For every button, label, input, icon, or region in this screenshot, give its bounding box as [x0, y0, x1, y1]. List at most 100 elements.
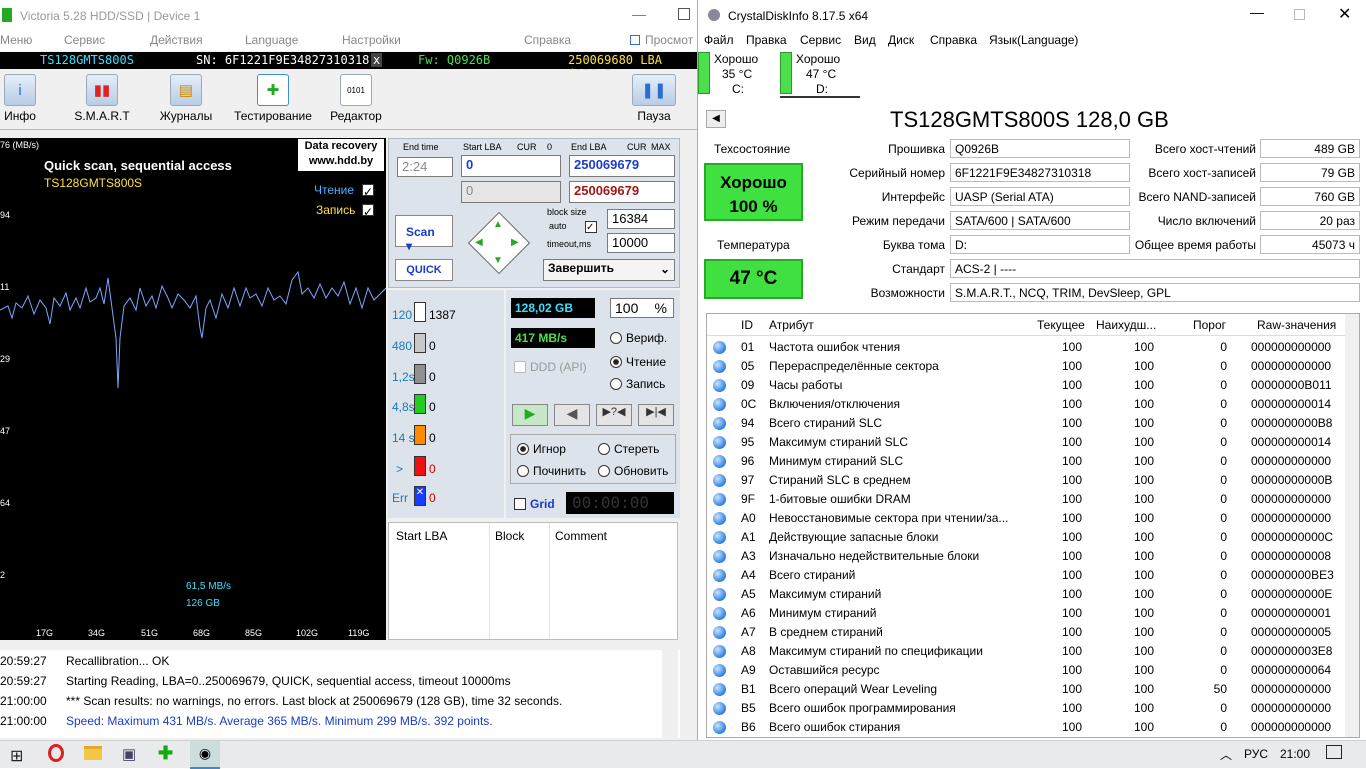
table-row[interactable]: A3 Изначально недействительные блоки 100 10… — [707, 547, 1347, 566]
col-raw[interactable]: Raw-значения — [1257, 318, 1336, 332]
table-row[interactable]: A6 Минимум стираний 100 100 0 000000000001 — [707, 604, 1347, 623]
col-start-lba[interactable]: Start LBA — [396, 529, 447, 543]
pause-button[interactable]: ❚❚ Пауза — [632, 74, 676, 123]
testing-button[interactable]: ✚ Тестирование — [230, 74, 316, 123]
col-attribute[interactable]: Атрибут — [769, 318, 814, 332]
col-current[interactable]: Текущее — [1037, 318, 1085, 332]
table-row[interactable]: 9F 1-битовые ошибки DRAM 100 100 0 0000000000… — [707, 490, 1347, 509]
windows-start-icon[interactable]: ⊞ — [10, 746, 23, 766]
table-row[interactable]: 97 Стираний SLC в среднем 100 100 0 000000000… — [707, 471, 1347, 490]
end-time-field[interactable]: 2:24 — [397, 157, 453, 177]
skip-button[interactable]: ▶?◀ — [596, 404, 632, 426]
menu-item[interactable]: Сервис — [64, 33, 105, 47]
write-option[interactable]: Запись — [610, 377, 665, 391]
tray-chevron-icon[interactable]: ︿ — [1220, 746, 1232, 763]
journal-button[interactable]: ▤ Журналы — [156, 74, 216, 123]
table-row[interactable]: A5 Максимум стираний 100 100 0 00000000000E — [707, 585, 1347, 604]
erase-radio[interactable] — [598, 443, 610, 455]
ddd-option[interactable]: DDD (API) — [514, 360, 587, 374]
back-button[interactable]: ◀ — [706, 110, 726, 128]
auto-checkbox[interactable]: ✓ — [585, 221, 597, 233]
col-threshold[interactable]: Порог — [1193, 318, 1226, 332]
menu-item[interactable]: Language — [245, 33, 298, 47]
refresh-radio[interactable] — [598, 465, 610, 477]
table-row[interactable]: A8 Максимум стираний по спецификации 100 10… — [707, 642, 1347, 661]
menu-item[interactable]: Настройки — [342, 33, 401, 47]
play-button[interactable]: ▶ — [512, 404, 548, 426]
grid-checkbox[interactable] — [514, 498, 526, 510]
device-manager-icon[interactable]: ▣ — [122, 745, 136, 763]
info-button[interactable]: i Инфо — [0, 74, 40, 123]
table-row[interactable]: B6 Всего ошибок стирания 100 100 0 0000000000… — [707, 718, 1347, 737]
refresh-option[interactable]: Обновить — [598, 464, 668, 478]
max-button[interactable]: MAX — [651, 142, 671, 152]
maximize-icon[interactable] — [678, 8, 690, 20]
table-row[interactable]: 94 Всего стираний SLC 100 100 0 0000000000B8 — [707, 414, 1347, 433]
end-lba-field[interactable]: 250069679 — [569, 155, 675, 177]
col-id[interactable]: ID — [741, 318, 753, 332]
ignore-option[interactable]: Игнор — [517, 442, 566, 456]
minimize-icon[interactable]: — — [632, 6, 646, 22]
maximize-icon[interactable] — [1294, 9, 1305, 20]
opera-icon[interactable] — [48, 744, 64, 762]
menu-item[interactable]: Вид — [854, 33, 876, 47]
table-row[interactable]: A0 Невосстановимые сектора при чтении/за.… — [707, 509, 1347, 528]
cur-button-2[interactable]: CUR — [627, 142, 647, 152]
minimize-icon[interactable]: — — [1250, 4, 1264, 20]
read-option[interactable]: Чтение — [610, 355, 666, 369]
file-explorer-icon[interactable] — [84, 746, 102, 760]
menu-item[interactable]: Язык(Language) — [989, 33, 1078, 47]
end-button[interactable]: ▶|◀ — [638, 404, 674, 426]
vertical-scrollbar[interactable] — [680, 130, 697, 740]
dpad-left-icon[interactable]: ◀ — [475, 237, 483, 248]
finish-select[interactable]: Завершить ⌄ — [543, 259, 675, 281]
table-row[interactable]: 96 Минимум стираний SLC 100 100 0 00000000000… — [707, 452, 1347, 471]
table-row[interactable]: 95 Максимум стираний SLC 100 100 0 0000000000… — [707, 433, 1347, 452]
col-worst[interactable]: Наихудш... — [1096, 318, 1156, 332]
table-row[interactable]: B1 Всего операций Wear Leveling 100 100 50 00… — [707, 680, 1347, 699]
col-block[interactable]: Block — [495, 529, 524, 543]
table-scrollbar[interactable] — [1345, 314, 1359, 737]
dpad-down-icon[interactable]: ▼ — [493, 255, 503, 266]
input-language[interactable]: РУС — [1244, 747, 1269, 761]
table-row[interactable]: 01 Частота ошибок чтения 100 100 0 0000000000… — [707, 338, 1347, 357]
menu-item[interactable]: Диск — [888, 33, 914, 47]
block-size-select[interactable]: 16384 — [607, 209, 675, 229]
event-log[interactable]: 20:59:27 Recallibration... OK 20:59:27 Sta… — [0, 650, 680, 738]
crystaldiskinfo-taskbar-icon[interactable]: ◉ — [190, 741, 220, 769]
end-lba-field-2[interactable]: 250069679 — [569, 181, 675, 203]
scan-button[interactable]: Scan ▾ — [395, 215, 453, 253]
disk-tab-d[interactable]: Хорошо 47 °C D: — [780, 50, 860, 98]
direction-pad[interactable]: ▲ ▼ ◀ ▶ — [467, 211, 531, 275]
col-comment[interactable]: Comment — [555, 529, 607, 543]
write-radio[interactable] — [610, 378, 622, 390]
table-row[interactable]: 05 Перераспределённые сектора 100 100 0 00000… — [707, 357, 1347, 376]
table-row[interactable]: A4 Всего стираний 100 100 0 000000000BE3 — [707, 566, 1347, 585]
menu-item[interactable]: Сервис — [800, 33, 841, 47]
ignore-radio[interactable] — [517, 443, 529, 455]
log-scrollbar[interactable] — [662, 650, 678, 738]
dpad-right-icon[interactable]: ▶ — [511, 237, 519, 248]
verify-option[interactable]: Вериф. — [610, 331, 667, 345]
clock[interactable]: 21:00 — [1280, 747, 1310, 761]
notification-icon[interactable] — [1326, 745, 1342, 759]
table-row[interactable]: A9 Оставшийся ресурс 100 100 0 000000000064 — [707, 661, 1347, 680]
ddd-checkbox[interactable] — [514, 361, 526, 373]
menu-item[interactable]: Справка — [524, 33, 571, 47]
menu-item[interactable]: Файл — [704, 33, 734, 47]
repair-option[interactable]: Починить — [517, 464, 586, 478]
cur-button[interactable]: CUR — [517, 142, 537, 152]
menu-item[interactable]: Меню — [0, 33, 32, 47]
erase-option[interactable]: Стереть — [598, 442, 659, 456]
menu-item[interactable]: Действия — [150, 33, 203, 47]
start-lba-field[interactable]: 0 — [461, 155, 561, 177]
victoria-taskbar-icon[interactable]: ✚ — [158, 743, 173, 764]
verify-radio[interactable] — [610, 332, 622, 344]
disk-tab-c[interactable]: Хорошо 35 °C C: — [698, 50, 778, 98]
editor-button[interactable]: 0101 Редактор — [326, 74, 386, 123]
table-row[interactable]: 09 Часы работы 100 100 0 00000000B011 — [707, 376, 1347, 395]
menu-item[interactable]: Справка — [930, 33, 977, 47]
start-lba-field-2[interactable]: 0 — [461, 181, 561, 203]
menu-item[interactable]: Правка — [746, 33, 787, 47]
smart-button[interactable]: ▮▮ S.M.A.R.T — [70, 74, 134, 123]
